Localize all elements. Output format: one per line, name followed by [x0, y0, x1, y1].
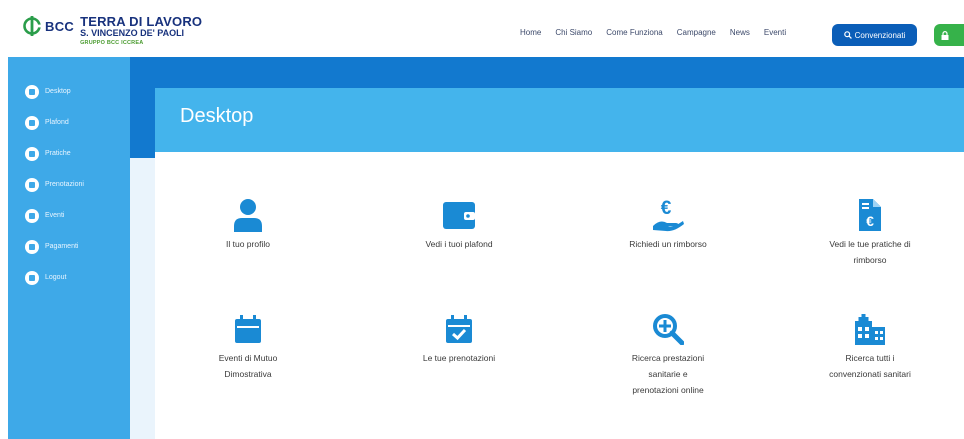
tile-profile[interactable]: Il tuo profilo — [163, 196, 333, 252]
bcc-logo-icon — [23, 16, 42, 36]
euro-hand-icon: € — [653, 198, 684, 232]
tile-search-services[interactable]: Ricerca prestazioni sanitarie e prenotaz… — [583, 310, 753, 398]
sidebar-item-label: Prenotazioni — [45, 181, 84, 188]
main-nav: Home Chi Siamo Come Funziona Campagne Ne… — [520, 28, 786, 37]
page-title: Desktop — [180, 105, 254, 127]
desktop-tiles: Il tuo profilo Vedi i tuoi plafond € Ric… — [155, 152, 964, 439]
sidebar-item-pratiche[interactable]: Pratiche — [8, 138, 130, 169]
tile-bookings[interactable]: Le tue prenotazioni — [374, 310, 544, 366]
eventi-icon — [25, 208, 39, 223]
hospital-icon — [855, 314, 885, 345]
nav-campagne[interactable]: Campagne — [677, 28, 716, 37]
lock-icon — [941, 30, 949, 40]
nav-home[interactable]: Home — [520, 28, 541, 37]
sidebar-item-pagamenti[interactable]: Pagamenti — [8, 231, 130, 262]
prenotazioni-icon — [25, 177, 39, 192]
nav-come-funziona[interactable]: Come Funziona — [606, 28, 662, 37]
tile-refund[interactable]: € Richiedi un rimborso — [583, 196, 753, 252]
sidebar-item-label: Desktop — [45, 88, 71, 95]
logout-icon — [25, 270, 39, 285]
tile-plafond[interactable]: Vedi i tuoi plafond — [374, 196, 544, 252]
tile-label: Vedi i tuoi plafond — [425, 239, 493, 249]
svg-text:€: € — [661, 198, 672, 219]
svg-text:€: € — [866, 213, 874, 229]
logo-line1: TERRA DI LAVORO — [80, 14, 203, 29]
header: BCC TERRA DI LAVORO S. VINCENZO DE' PAOL… — [0, 0, 964, 57]
tile-label: Vedi le tue pratiche di rimborso — [829, 239, 911, 265]
logo-brand: BCC — [45, 19, 75, 34]
page-title-bar: Desktop — [155, 88, 964, 152]
sidebar-item-logout[interactable]: Logout — [8, 262, 130, 293]
desktop-icon — [25, 84, 39, 99]
pagamenti-icon — [25, 239, 39, 254]
bcc-logo[interactable]: BCC TERRA DI LAVORO S. VINCENZO DE' PAOL… — [22, 15, 202, 47]
sidebar-item-label: Pagamenti — [45, 243, 79, 250]
tile-label: Le tue prenotazioni — [422, 353, 496, 363]
sidebar-item-label: Eventi — [45, 212, 65, 219]
sidebar-item-label: Logout — [45, 274, 67, 281]
search-icon — [843, 31, 852, 39]
wallet-icon — [443, 202, 475, 229]
tile-practices[interactable]: € Vedi le tue pratiche di rimborso — [785, 196, 955, 268]
calendar-icon — [235, 315, 261, 343]
login-button[interactable] — [934, 24, 964, 46]
pratiche-icon — [25, 146, 39, 161]
nav-chi-siamo[interactable]: Chi Siamo — [555, 28, 592, 37]
sidebar-item-label: Plafond — [45, 119, 69, 126]
tile-search-providers[interactable]: Ricerca tutti i convenzionati sanitari — [785, 310, 955, 382]
logo-line2: S. VINCENZO DE' PAOLI — [80, 28, 185, 38]
sidebar-item-desktop[interactable]: Desktop — [8, 76, 130, 107]
search-plus-icon — [653, 314, 684, 345]
calendar-check-icon — [446, 315, 472, 343]
sidebar-item-label: Pratiche — [45, 150, 71, 157]
tile-events[interactable]: Eventi di Mutuo Dimostrativa — [163, 310, 333, 382]
tile-label: Eventi di Mutuo Dimostrativa — [218, 353, 278, 379]
tile-label: Ricerca prestazioni sanitarie e prenotaz… — [631, 353, 705, 395]
euro-document-icon: € — [859, 199, 881, 231]
sidebar-item-eventi[interactable]: Eventi — [8, 200, 130, 231]
logo-line3: GRUPPO BCC ICCREA — [80, 40, 144, 46]
sidebar-item-prenotazioni[interactable]: Prenotazioni — [8, 169, 130, 200]
nav-news[interactable]: News — [730, 28, 750, 37]
tile-label: Richiedi un rimborso — [629, 239, 707, 249]
tile-label: Ricerca tutti i convenzionati sanitari — [829, 353, 911, 379]
user-icon — [234, 199, 262, 232]
tile-label: Il tuo profilo — [226, 239, 270, 249]
sidebar-item-plafond[interactable]: Plafond — [8, 107, 130, 138]
sidebar: Desktop Plafond Pratiche Prenotazioni Ev… — [8, 57, 130, 439]
convenzionati-button[interactable]: Convenzionati — [832, 24, 917, 46]
nav-eventi[interactable]: Eventi — [764, 28, 786, 37]
convenzionati-label: Convenzionati — [854, 30, 906, 40]
plafond-icon — [25, 115, 39, 130]
